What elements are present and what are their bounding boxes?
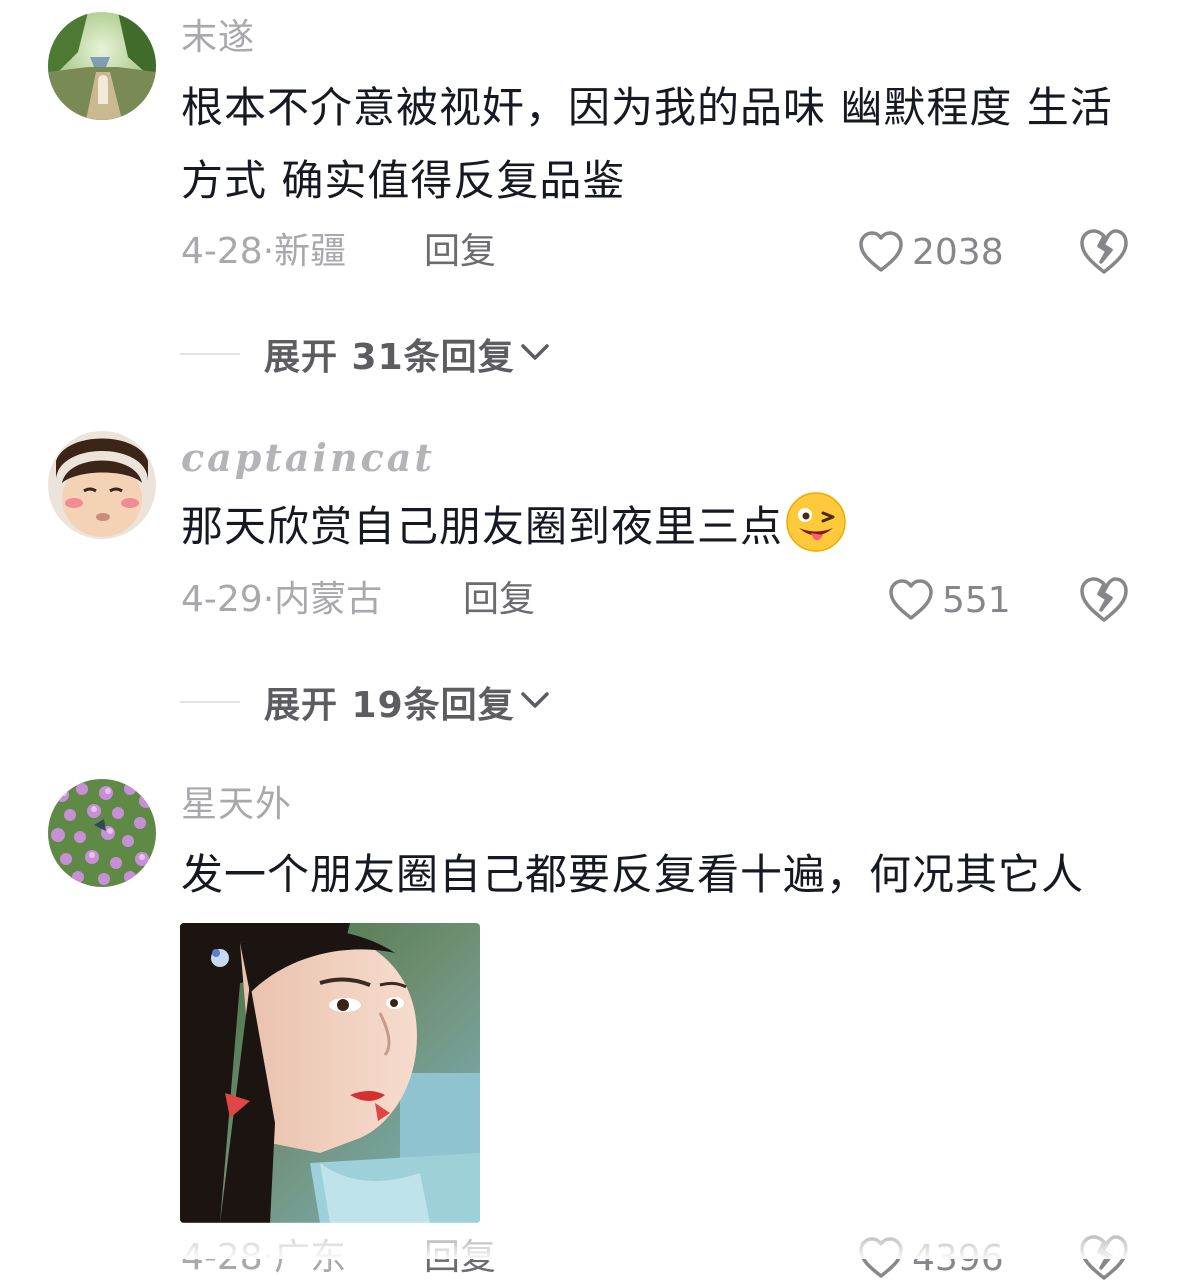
comment-text: 那天欣赏自己朋友圈到夜里三点: [181, 490, 1141, 563]
comment-date: 4-28: [181, 231, 263, 272]
like-button[interactable]: 2038: [858, 227, 1004, 277]
comment-username[interactable]: 末遂: [181, 20, 255, 56]
meta-separator: ·: [262, 579, 275, 620]
divider-line: [180, 353, 240, 355]
comment-text-content: 那天欣赏自己朋友圈到夜里三点: [181, 502, 784, 551]
comment-text: 发一个朋友圈自己都要反复看十遍，何况其它人: [181, 838, 1141, 911]
comment-meta: 4-29·内蒙古: [181, 582, 382, 618]
meta-separator: ·: [262, 231, 275, 272]
expand-replies-label: 展开 31条回复: [264, 337, 515, 378]
reply-button[interactable]: 回复: [424, 234, 496, 270]
comment-meta: 4-28·新疆: [181, 234, 346, 270]
bottom-fade-overlay: [0, 1222, 1179, 1259]
avatar[interactable]: [48, 12, 156, 120]
avatar[interactable]: [48, 431, 156, 539]
comment-text-content: 发一个朋友圈自己都要反复看十遍，何况其它人: [181, 850, 1085, 899]
reply-button[interactable]: 回复: [463, 582, 535, 618]
comment-text: 根本不介意被视奸，因为我的品味 幽默程度 生活方式 确实值得反复品鉴: [181, 71, 1141, 217]
like-count: 2038: [912, 231, 1004, 273]
comment-date: 4-29: [181, 579, 263, 620]
chevron-down-icon: [519, 341, 551, 367]
comment-username[interactable]: captaincat: [181, 439, 435, 477]
expand-replies-button[interactable]: 展开 19条回复: [180, 680, 551, 726]
comment-location: 新疆: [274, 231, 347, 272]
like-button[interactable]: 551: [888, 575, 1011, 625]
wink-tongue-emoji: [785, 491, 847, 553]
like-count: 551: [942, 579, 1011, 621]
broken-heart-icon: [1078, 577, 1130, 630]
heart-outline-icon: [888, 578, 934, 622]
avatar[interactable]: [48, 779, 156, 887]
divider-line: [180, 701, 240, 703]
dislike-button[interactable]: [1078, 226, 1130, 278]
comment-username[interactable]: 星天外: [181, 787, 292, 823]
chevron-down-icon: [519, 689, 551, 715]
broken-heart-icon: [1078, 229, 1130, 282]
dislike-button[interactable]: [1078, 574, 1130, 626]
expand-replies-label: 展开 19条回复: [264, 685, 515, 726]
heart-outline-icon: [858, 230, 904, 274]
comment-location: 内蒙古: [274, 579, 383, 620]
comment-image[interactable]: [180, 923, 480, 1223]
expand-replies-button[interactable]: 展开 31条回复: [180, 332, 551, 378]
comment-text-content: 根本不介意被视奸，因为我的品味 幽默程度 生活方式 确实值得反复品鉴: [181, 83, 1113, 205]
broken-heart-icon: [1078, 1235, 1130, 1288]
